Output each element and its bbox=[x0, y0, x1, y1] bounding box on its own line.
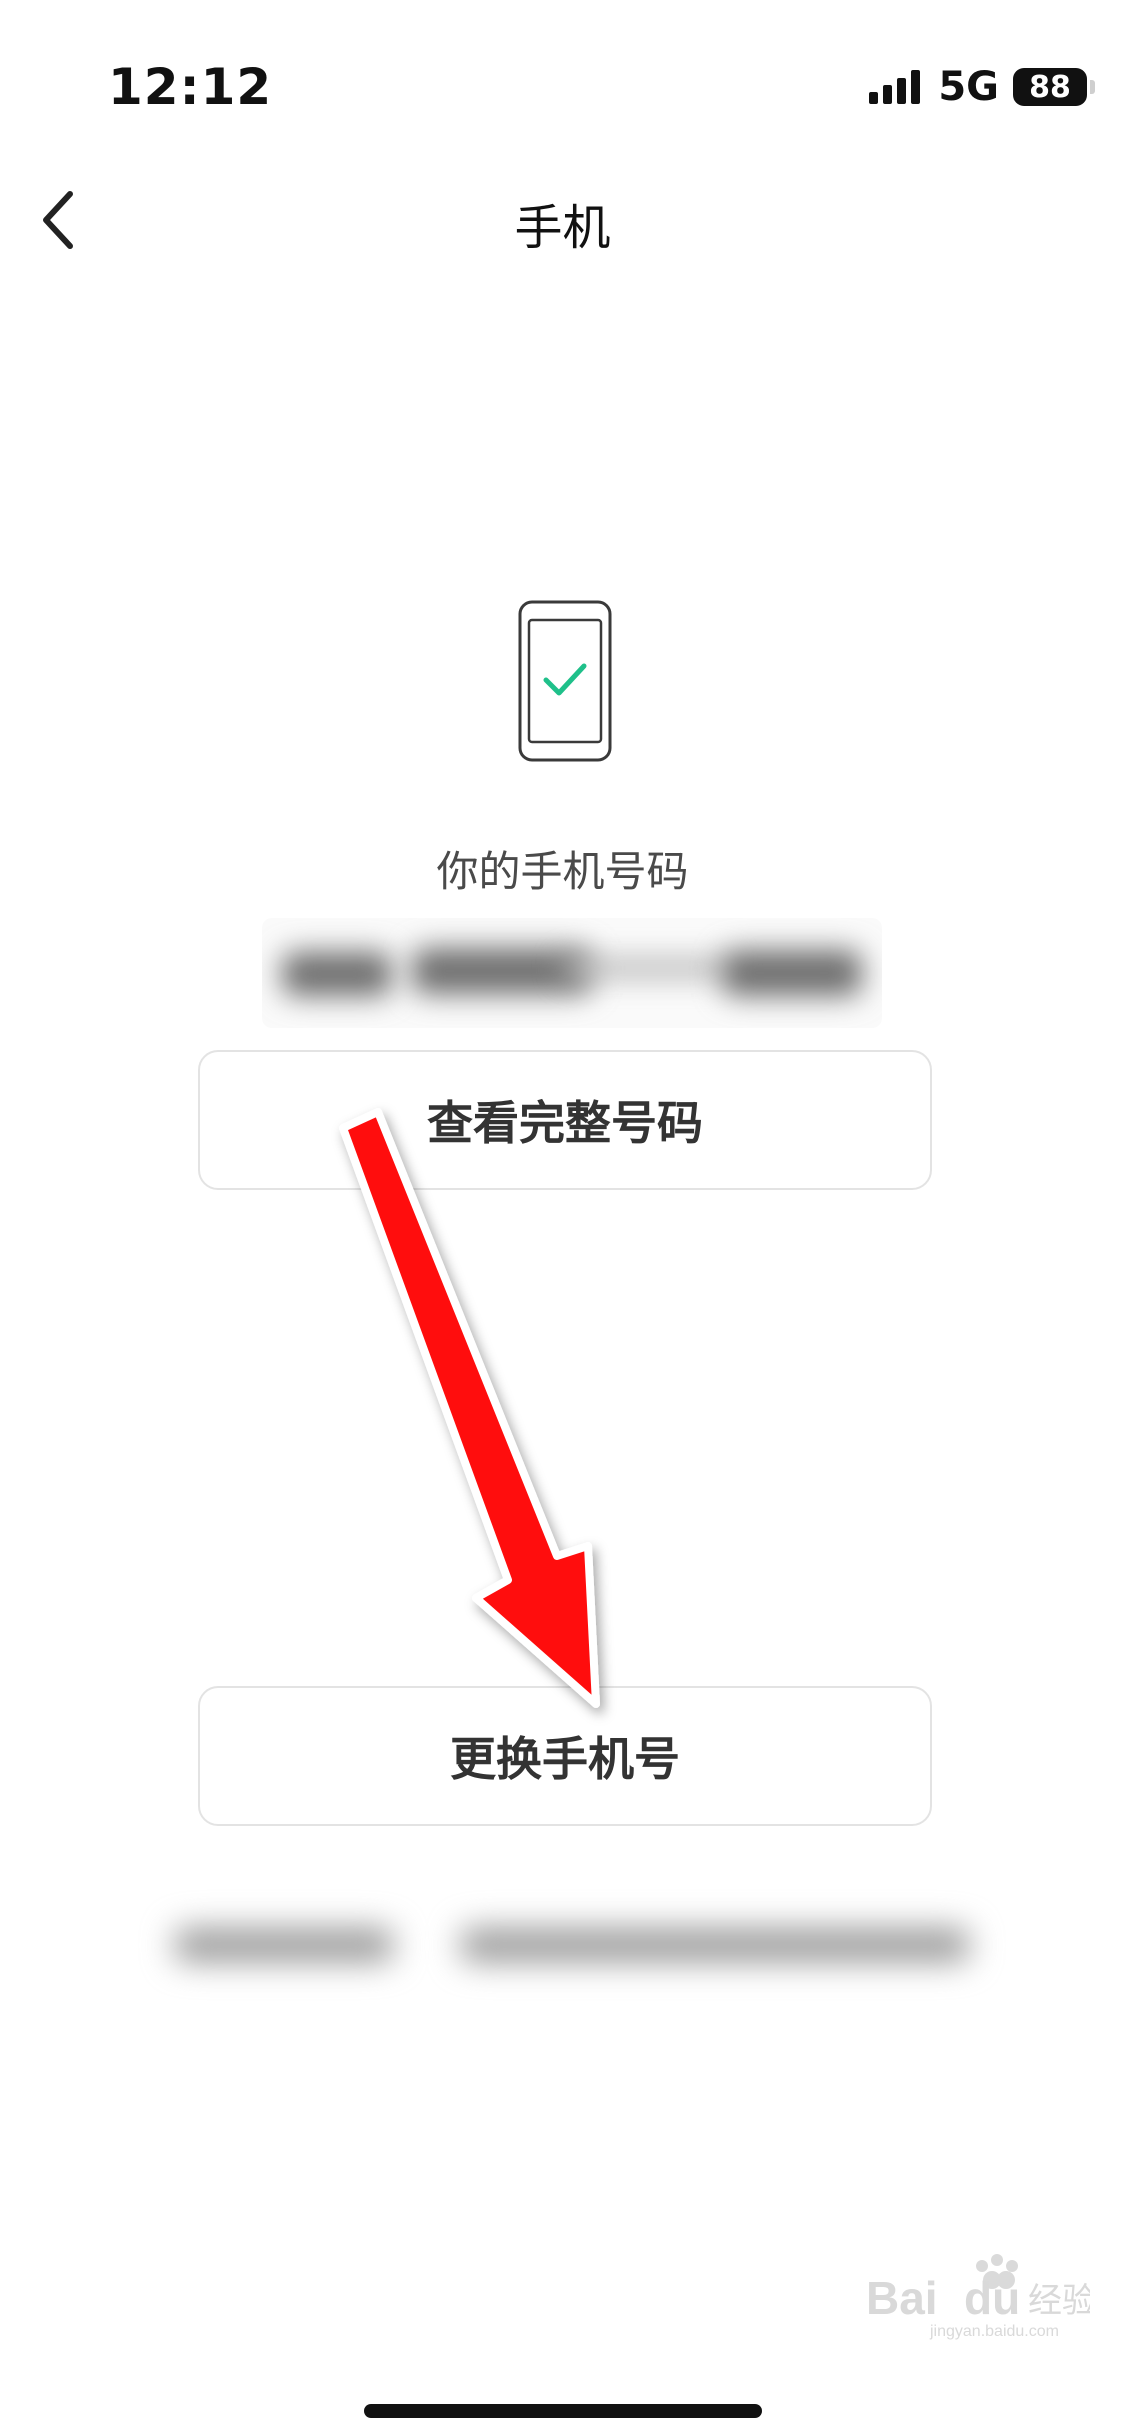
baidu-jingyan-watermark: Bai du 经验 jingyan.baidu.com bbox=[866, 2254, 1090, 2340]
masked-phone-number bbox=[262, 918, 882, 1028]
blurred-footer-text bbox=[160, 1910, 980, 1980]
svg-text:jingyan.baidu.com: jingyan.baidu.com bbox=[929, 2323, 1059, 2340]
signal-icon bbox=[869, 70, 921, 104]
battery-icon: 88 bbox=[1013, 68, 1095, 106]
red-arrow-annotation bbox=[339, 1108, 600, 1708]
svg-text:du: du bbox=[964, 2272, 1020, 2324]
page-title: 手机 bbox=[514, 200, 611, 256]
network-label: 5G bbox=[938, 64, 999, 110]
status-indicators: 5G 88 bbox=[869, 64, 1095, 110]
view-full-number-button[interactable]: 查看完整号码 bbox=[198, 1050, 932, 1190]
change-phone-number-button[interactable]: 更换手机号 bbox=[198, 1686, 932, 1826]
status-bar: 12:12 5G 88 bbox=[0, 0, 1125, 150]
phone-check-icon bbox=[518, 600, 612, 762]
phone-number-label: 你的手机号码 bbox=[436, 847, 689, 896]
home-indicator[interactable] bbox=[364, 2404, 762, 2418]
svg-text:Bai: Bai bbox=[866, 2272, 938, 2324]
battery-level: 88 bbox=[1029, 69, 1071, 105]
svg-text:经验: 经验 bbox=[1028, 2281, 1090, 2321]
status-time: 12:12 bbox=[108, 58, 273, 116]
